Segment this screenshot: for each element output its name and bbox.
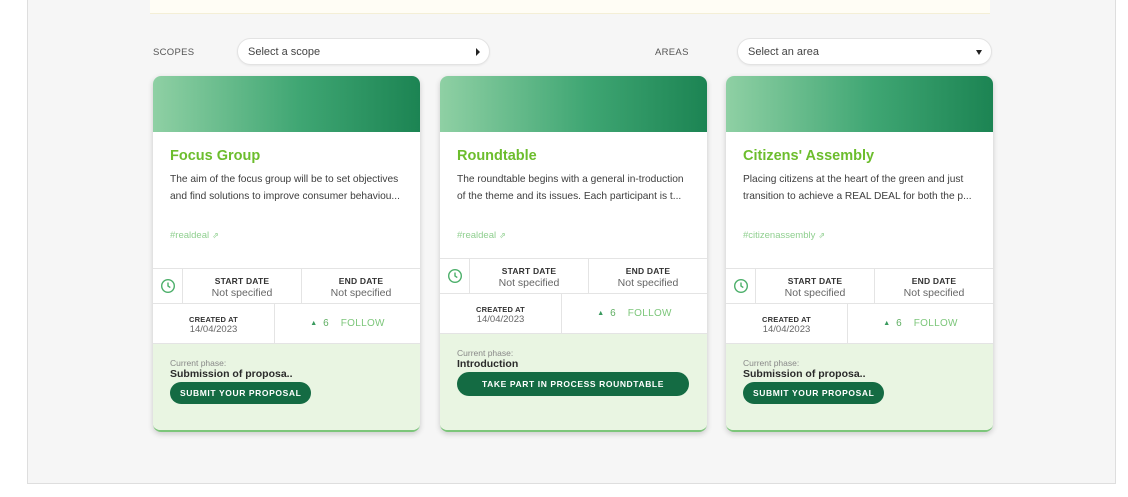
card-title[interactable]: Focus Group bbox=[170, 148, 404, 164]
hashtag-link[interactable]: #realdeal ⇗ bbox=[457, 230, 691, 241]
start-date-label: START DATE bbox=[214, 276, 270, 286]
end-date-cell: END DATE Not specified bbox=[589, 259, 707, 293]
caret-down-icon bbox=[976, 50, 982, 55]
filters-row: SCOPES Select a scope AREAS Select an ar… bbox=[0, 38, 1128, 66]
phase-section: Current phase: Submission of proposa.. S… bbox=[726, 344, 993, 430]
start-date-cell: START DATE Not specified bbox=[756, 269, 875, 303]
created-at-value: 14/04/2023 bbox=[762, 324, 811, 335]
created-at-value: 14/04/2023 bbox=[476, 314, 525, 325]
start-date-value: Not specified bbox=[498, 277, 560, 289]
created-at-cell: CREATED AT 14/04/2023 bbox=[153, 304, 275, 343]
end-date-label: END DATE bbox=[911, 276, 957, 286]
created-at-value: 14/04/2023 bbox=[189, 324, 238, 335]
follow-label: FOLLOW bbox=[913, 318, 958, 329]
submit-proposal-button[interactable]: SUBMIT YOUR PROPOSAL bbox=[170, 382, 312, 404]
created-at-cell: CREATED AT 14/04/2023 bbox=[726, 304, 848, 343]
process-card[interactable]: Focus Group The aim of the focus group w… bbox=[153, 76, 420, 432]
external-link-icon: ⇗ bbox=[499, 231, 506, 240]
follower-arrow-icon: ▲ bbox=[597, 310, 605, 317]
hashtag-text: #citizenassembly bbox=[743, 230, 816, 241]
process-card[interactable]: Citizens' Assembly Placing citizens at t… bbox=[726, 76, 993, 432]
follow-button[interactable]: ▲ 6 FOLLOW bbox=[562, 294, 707, 333]
clock-icon bbox=[153, 269, 183, 303]
submit-proposal-button[interactable]: SUBMIT YOUR PROPOSAL bbox=[743, 382, 885, 404]
card-banner bbox=[440, 76, 707, 132]
hashtag-text: #realdeal bbox=[457, 230, 497, 241]
created-at-label: CREATED AT bbox=[762, 315, 811, 324]
area-select-value: Select an area bbox=[748, 46, 819, 58]
external-link-icon: ⇗ bbox=[818, 231, 826, 240]
start-date-cell: START DATE Not specified bbox=[470, 259, 589, 293]
start-date-label: START DATE bbox=[501, 266, 557, 276]
end-date-value: Not specified bbox=[330, 287, 392, 299]
end-date-label: END DATE bbox=[625, 266, 671, 276]
start-date-cell: START DATE Not specified bbox=[183, 269, 302, 303]
caret-right-icon bbox=[476, 48, 480, 56]
current-phase-value: Submission of proposa.. bbox=[743, 368, 866, 380]
hashtag-text: #realdeal bbox=[170, 230, 210, 241]
follow-label: FOLLOW bbox=[627, 308, 672, 319]
card-title[interactable]: Citizens' Assembly bbox=[743, 148, 977, 164]
start-date-label: START DATE bbox=[787, 276, 843, 286]
follow-button[interactable]: ▲ 6 FOLLOW bbox=[848, 304, 993, 343]
top-banner-strip bbox=[150, 0, 990, 14]
start-date-value: Not specified bbox=[784, 287, 846, 299]
current-phase-label: Current phase: bbox=[170, 358, 227, 368]
area-select[interactable]: Select an area bbox=[737, 38, 992, 65]
take-part-button[interactable]: TAKE PART IN PROCESS ROUNDTABLE bbox=[457, 372, 689, 396]
hashtag-link[interactable]: #realdeal ⇗ bbox=[170, 230, 404, 241]
created-at-label: CREATED AT bbox=[476, 305, 525, 314]
end-date-value: Not specified bbox=[903, 287, 965, 299]
card-banner bbox=[726, 76, 993, 132]
clock-icon bbox=[726, 269, 756, 303]
current-phase-label: Current phase: bbox=[743, 358, 800, 368]
scope-select[interactable]: Select a scope bbox=[237, 38, 490, 65]
created-at-label: CREATED AT bbox=[189, 315, 238, 324]
card-banner bbox=[153, 76, 420, 132]
follow-label: FOLLOW bbox=[340, 318, 385, 329]
scopes-label: SCOPES bbox=[153, 47, 195, 58]
card-title[interactable]: Roundtable bbox=[457, 148, 691, 164]
card-description: The roundtable begins with a general in-… bbox=[457, 174, 684, 202]
phase-section: Current phase: Submission of proposa.. S… bbox=[153, 344, 420, 430]
follower-count: 6 bbox=[323, 318, 329, 329]
card-description: The aim of the focus group will be to se… bbox=[170, 174, 400, 202]
card-description: Placing citizens at the heart of the gre… bbox=[743, 174, 972, 202]
areas-label: AREAS bbox=[655, 47, 689, 58]
created-at-cell: CREATED AT 14/04/2023 bbox=[440, 294, 562, 333]
end-date-cell: END DATE Not specified bbox=[875, 269, 993, 303]
process-card[interactable]: Roundtable The roundtable begins with a … bbox=[440, 76, 707, 432]
follower-count: 6 bbox=[610, 308, 616, 319]
follower-arrow-icon: ▲ bbox=[883, 320, 891, 327]
current-phase-label: Current phase: bbox=[457, 348, 514, 358]
phase-section: Current phase: Introduction TAKE PART IN… bbox=[440, 334, 707, 430]
follower-arrow-icon: ▲ bbox=[310, 320, 318, 327]
start-date-value: Not specified bbox=[211, 287, 273, 299]
clock-icon bbox=[440, 259, 470, 293]
follow-button[interactable]: ▲ 6 FOLLOW bbox=[275, 304, 420, 343]
current-phase-value: Introduction bbox=[457, 358, 519, 370]
scope-select-value: Select a scope bbox=[248, 46, 321, 58]
current-phase-value: Submission of proposa.. bbox=[170, 368, 293, 380]
end-date-value: Not specified bbox=[617, 277, 679, 289]
follower-count: 6 bbox=[896, 318, 902, 329]
external-link-icon: ⇗ bbox=[212, 231, 219, 240]
hashtag-link[interactable]: #citizenassembly ⇗ bbox=[743, 230, 977, 241]
end-date-cell: END DATE Not specified bbox=[302, 269, 420, 303]
end-date-label: END DATE bbox=[338, 276, 384, 286]
